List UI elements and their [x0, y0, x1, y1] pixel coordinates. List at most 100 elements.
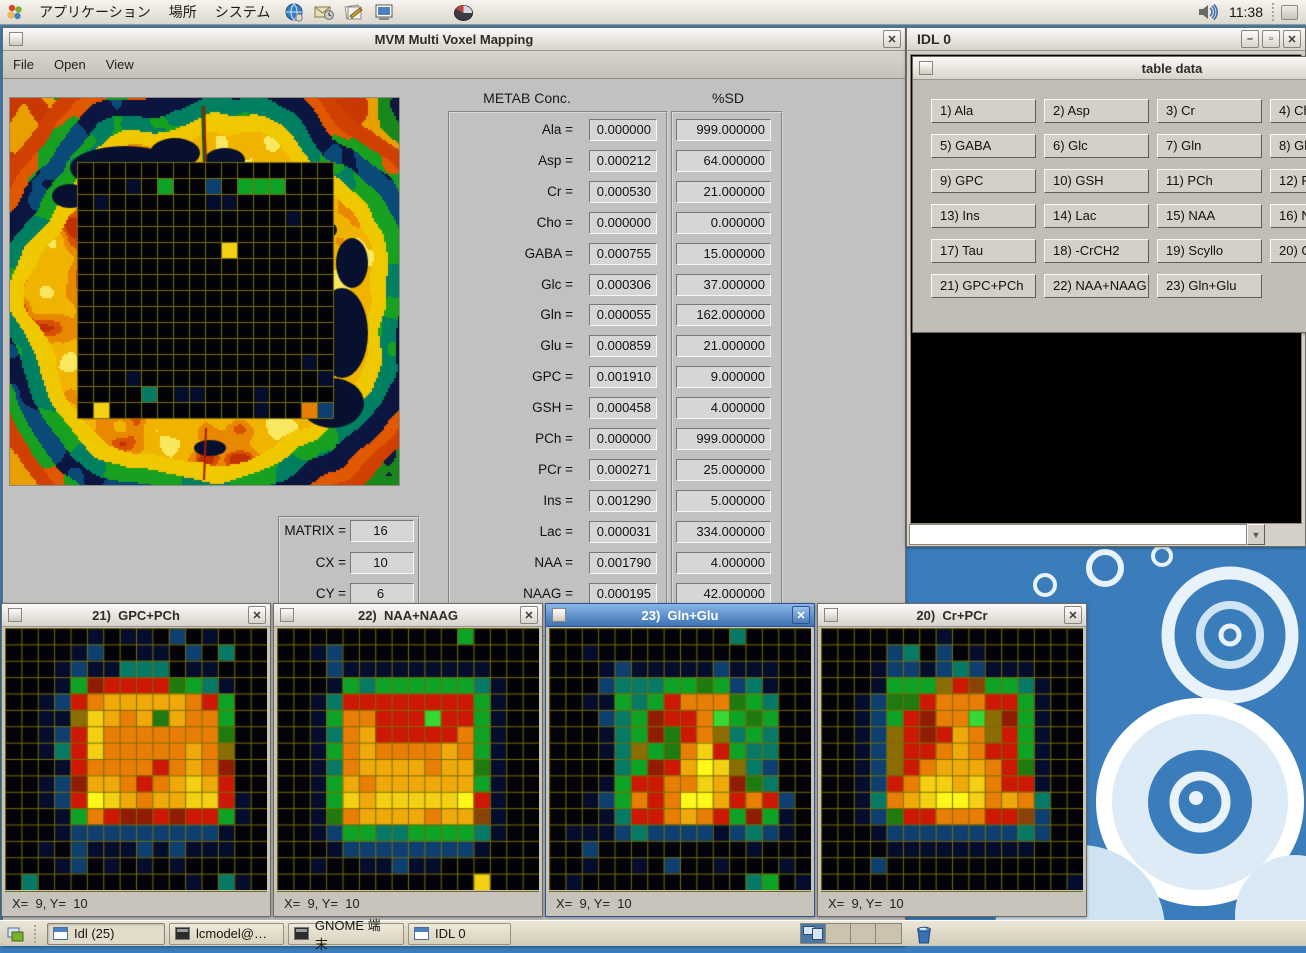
workspace-switcher[interactable] — [800, 923, 902, 944]
map-window-titlebar[interactable]: 21) GPC+PCh✕ — [2, 604, 270, 627]
conc-value-field[interactable]: 0.000000 — [589, 212, 657, 234]
trash-icon[interactable] — [912, 923, 936, 945]
conc-value-field[interactable]: 0.000458 — [589, 397, 657, 419]
panel-drag-handle[interactable] — [1272, 3, 1278, 21]
table-data-button[interactable]: 3) Cr — [1157, 99, 1262, 123]
minimize-icon[interactable]: – — [1241, 30, 1259, 48]
conc-value-field[interactable]: 0.001290 — [589, 490, 657, 512]
matrix-value-field[interactable]: 10 — [350, 552, 414, 574]
sd-value-field[interactable]: 21.000000 — [676, 335, 771, 357]
idl-command-input[interactable] — [909, 524, 1247, 545]
taskbar-item[interactable]: IDL 0 — [408, 923, 511, 945]
sd-value-field[interactable]: 15.000000 — [676, 243, 771, 265]
table-data-button[interactable]: 4) Cho — [1270, 99, 1306, 123]
workspace-4[interactable] — [876, 924, 901, 943]
menu-places[interactable]: 場所 — [160, 0, 206, 24]
conc-value-field[interactable]: 0.001910 — [589, 366, 657, 388]
table-data-button[interactable]: 15) NAA — [1157, 204, 1262, 228]
table-data-button[interactable]: 10) GSH — [1044, 169, 1149, 193]
map-window-titlebar[interactable]: 20) Cr+PCr✕ — [818, 604, 1086, 627]
close-icon[interactable]: ✕ — [248, 606, 266, 624]
browser-icon[interactable] — [282, 1, 306, 23]
menu-file[interactable]: File — [3, 57, 44, 72]
sd-value-field[interactable]: 9.000000 — [676, 366, 771, 388]
table-data-button[interactable]: 1) Ala — [931, 99, 1036, 123]
matrix-value-field[interactable]: 16 — [350, 520, 414, 542]
window-menu-icon[interactable] — [824, 608, 838, 622]
show-desktop-icon[interactable] — [4, 923, 28, 945]
workspace-2[interactable] — [826, 924, 851, 943]
menu-open[interactable]: Open — [44, 57, 96, 72]
menu-applications[interactable]: アプリケーション — [30, 0, 160, 24]
volume-icon[interactable] — [1196, 1, 1220, 23]
conc-value-field[interactable]: 0.000755 — [589, 243, 657, 265]
conc-value-field[interactable]: 0.000306 — [589, 274, 657, 296]
clock[interactable]: 11:38 — [1223, 4, 1269, 20]
table-data-button[interactable]: 13) Ins — [931, 204, 1036, 228]
table-data-button[interactable]: 12) PCr — [1270, 169, 1306, 193]
taskbar-item[interactable]: lcmodel@… — [169, 923, 284, 945]
sd-value-field[interactable]: 999.000000 — [676, 119, 771, 141]
mail-icon[interactable] — [312, 1, 336, 23]
conc-value-field[interactable]: 0.000212 — [589, 150, 657, 172]
menu-view[interactable]: View — [96, 57, 144, 72]
photo-icon[interactable] — [372, 1, 396, 23]
conc-value-field[interactable]: 0.001790 — [589, 552, 657, 574]
table-data-button[interactable]: 11) PCh — [1157, 169, 1262, 193]
heatmap-canvas[interactable] — [549, 628, 811, 890]
table-data-button[interactable]: 9) GPC — [931, 169, 1036, 193]
close-icon[interactable]: ✕ — [792, 606, 810, 624]
table-data-button[interactable]: 6) Glc — [1044, 134, 1149, 158]
map-window-titlebar[interactable]: 22) NAA+NAAG✕ — [274, 604, 542, 627]
conc-value-field[interactable]: 0.000271 — [589, 459, 657, 481]
table-data-button[interactable]: 2) Asp — [1044, 99, 1149, 123]
sd-value-field[interactable]: 5.000000 — [676, 490, 771, 512]
draw-icon[interactable] — [342, 1, 366, 23]
close-icon[interactable]: ✕ — [1283, 30, 1301, 48]
taskbar-item[interactable]: Idl (25) — [47, 923, 165, 945]
sd-value-field[interactable]: 0.000000 — [676, 212, 771, 234]
pie-chart-icon[interactable] — [451, 1, 475, 23]
sd-value-field[interactable]: 64.000000 — [676, 150, 771, 172]
conc-value-field[interactable]: 0.000000 — [589, 428, 657, 450]
table-data-button[interactable]: 16) NAAG — [1270, 204, 1306, 228]
conc-value-field[interactable]: 0.000195 — [589, 583, 657, 605]
sd-value-field[interactable]: 42.000000 — [676, 583, 771, 605]
window-menu-icon[interactable] — [9, 32, 23, 46]
mvm-titlebar[interactable]: MVM Multi Voxel Mapping ✕ — [3, 28, 905, 51]
close-icon[interactable]: ✕ — [520, 606, 538, 624]
table-data-button[interactable]: 7) Gln — [1157, 134, 1262, 158]
table-data-button[interactable]: 18) -CrCH2 — [1044, 239, 1149, 263]
heatmap-canvas[interactable] — [821, 628, 1083, 890]
chevron-down-icon[interactable]: ▼ — [1247, 524, 1265, 545]
table-data-button[interactable]: 20) Cr+PCr — [1270, 239, 1306, 263]
conc-value-field[interactable]: 0.000000 — [589, 119, 657, 141]
window-menu-icon[interactable] — [919, 61, 933, 75]
table-data-button[interactable]: 14) Lac — [1044, 204, 1149, 228]
table-data-titlebar[interactable]: table data — [913, 57, 1306, 80]
sd-value-field[interactable]: 334.000000 — [676, 521, 771, 543]
close-icon[interactable]: ✕ — [1064, 606, 1082, 624]
conc-value-field[interactable]: 0.000530 — [589, 181, 657, 203]
table-data-button[interactable]: 8) Glu — [1270, 134, 1306, 158]
table-data-button[interactable]: 21) GPC+PCh — [931, 274, 1036, 298]
workspace-1[interactable] — [801, 924, 826, 943]
brain-map-canvas[interactable] — [10, 98, 399, 485]
taskbar-item[interactable]: GNOME 端末 — [288, 923, 404, 945]
window-menu-icon[interactable] — [8, 608, 22, 622]
table-data-button[interactable]: 19) Scyllo — [1157, 239, 1262, 263]
tray-keyboard-icon[interactable] — [1281, 5, 1298, 20]
sd-value-field[interactable]: 21.000000 — [676, 181, 771, 203]
table-data-button[interactable]: 17) Tau — [931, 239, 1036, 263]
table-data-button[interactable]: 5) GABA — [931, 134, 1036, 158]
matrix-value-field[interactable]: 6 — [350, 583, 414, 605]
window-menu-icon[interactable] — [552, 608, 566, 622]
conc-value-field[interactable]: 0.000055 — [589, 304, 657, 326]
sd-value-field[interactable]: 4.000000 — [676, 552, 771, 574]
sd-value-field[interactable]: 4.000000 — [676, 397, 771, 419]
close-icon[interactable]: ✕ — [883, 30, 901, 48]
conc-value-field[interactable]: 0.000031 — [589, 521, 657, 543]
sd-value-field[interactable]: 999.000000 — [676, 428, 771, 450]
conc-value-field[interactable]: 0.000859 — [589, 335, 657, 357]
heatmap-canvas[interactable] — [5, 628, 267, 890]
